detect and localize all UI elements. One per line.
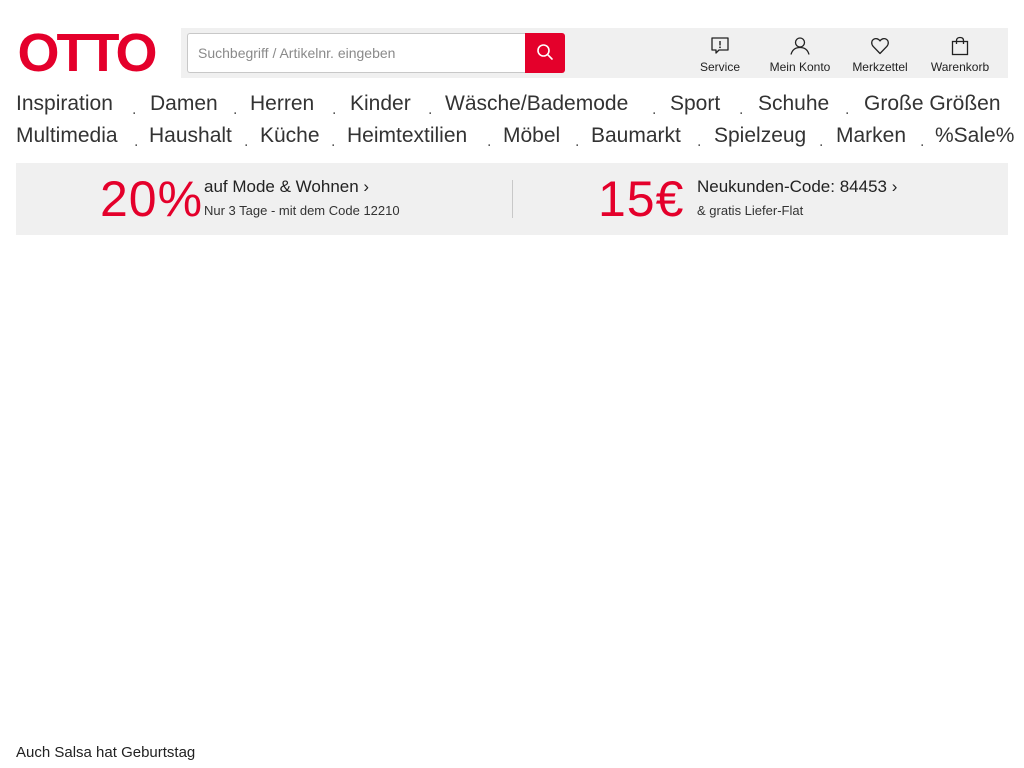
- promo-discount-value: 20%: [100, 171, 204, 227]
- nav-item-baumarkt[interactable]: Baumarkt: [591, 120, 681, 152]
- nav-separator: .: [739, 101, 744, 118]
- promo-discount-subtitle: Nur 3 Tage - mit dem Code 12210: [204, 203, 400, 218]
- nav-separator: .: [652, 101, 657, 118]
- nav-item-inspiration[interactable]: Inspiration: [16, 88, 113, 120]
- promo-discount-title: auf Mode & Wohnen ›: [204, 177, 370, 196]
- heart-icon: [870, 36, 890, 56]
- nav-item-heimtextilien[interactable]: Heimtextilien: [347, 120, 467, 152]
- svg-text:OTTO: OTTO: [17, 27, 155, 75]
- nav-item-kinder[interactable]: Kinder: [350, 88, 411, 120]
- promo-new-customer-subtitle: & gratis Liefer-Flat: [697, 203, 804, 218]
- user-icon: [789, 36, 811, 56]
- otto-logo[interactable]: OTTO: [16, 27, 156, 75]
- nav-separator: .: [845, 101, 850, 118]
- nav-separator: .: [244, 133, 249, 150]
- cart-button[interactable]: Warenkorb: [920, 28, 1000, 78]
- nav-separator: .: [819, 133, 824, 150]
- service-label: Service: [699, 60, 740, 74]
- nav-separator: .: [233, 101, 238, 118]
- account-label: Mein Konto: [769, 60, 831, 74]
- nav-item-grosse-groessen[interactable]: Große Größen: [864, 88, 1001, 120]
- nav-separator: .: [575, 133, 580, 150]
- account-button[interactable]: Mein Konto: [760, 28, 840, 78]
- service-icon: [710, 36, 730, 56]
- nav-separator: .: [920, 133, 925, 150]
- promo-new-customer[interactable]: 15€ Neukunden-Code: 84453 › & gratis Lie…: [513, 163, 1008, 235]
- nav-item-sale[interactable]: %Sale%: [935, 120, 1014, 152]
- nav-separator: .: [332, 101, 337, 118]
- header-bar: Service Mein Konto Merkzettel Warenkorb: [181, 28, 1008, 78]
- teaser-headline[interactable]: Auch Salsa hat Geburtstag: [16, 744, 195, 761]
- nav-item-moebel[interactable]: Möbel: [503, 120, 560, 152]
- nav-separator: .: [697, 133, 702, 150]
- promo-new-customer-value: 15€: [598, 171, 685, 227]
- search-input[interactable]: [187, 33, 526, 73]
- nav-separator: .: [132, 101, 137, 118]
- category-nav-row-2: Multimedia . Haushalt . Küche . Heimtext…: [16, 120, 1014, 152]
- nav-item-marken[interactable]: Marken: [836, 120, 906, 152]
- nav-item-kueche[interactable]: Küche: [260, 120, 320, 152]
- nav-item-damen[interactable]: Damen: [150, 88, 218, 120]
- wishlist-label: Merkzettel: [852, 60, 908, 74]
- nav-item-waesche-bademode[interactable]: Wäsche/Bademode: [445, 88, 628, 120]
- service-button[interactable]: Service: [680, 28, 760, 78]
- cart-label: Warenkorb: [930, 60, 990, 74]
- nav-separator: .: [134, 133, 139, 150]
- search-button[interactable]: [525, 33, 565, 73]
- category-nav-row-1: Inspiration . Damen . Herren . Kinder . …: [16, 88, 1008, 120]
- nav-separator: .: [428, 101, 433, 118]
- nav-separator: .: [331, 133, 336, 150]
- nav-item-sport[interactable]: Sport: [670, 88, 720, 120]
- wishlist-button[interactable]: Merkzettel: [840, 28, 920, 78]
- nav-item-herren[interactable]: Herren: [250, 88, 314, 120]
- nav-separator: .: [487, 133, 492, 150]
- nav-item-spielzeug[interactable]: Spielzeug: [714, 120, 806, 152]
- otto-logo-graphic: OTTO: [17, 27, 156, 75]
- promo-banner: 20% auf Mode & Wohnen › Nur 3 Tage - mit…: [16, 163, 1008, 235]
- nav-item-multimedia[interactable]: Multimedia: [16, 120, 118, 152]
- bag-icon: [950, 36, 970, 56]
- nav-item-haushalt[interactable]: Haushalt: [149, 120, 232, 152]
- search-icon: [536, 43, 554, 64]
- promo-discount-mode-wohnen[interactable]: 20% auf Mode & Wohnen › Nur 3 Tage - mit…: [16, 163, 512, 235]
- promo-new-customer-title: Neukunden-Code: 84453 ›: [697, 177, 898, 196]
- nav-item-schuhe[interactable]: Schuhe: [758, 88, 829, 120]
